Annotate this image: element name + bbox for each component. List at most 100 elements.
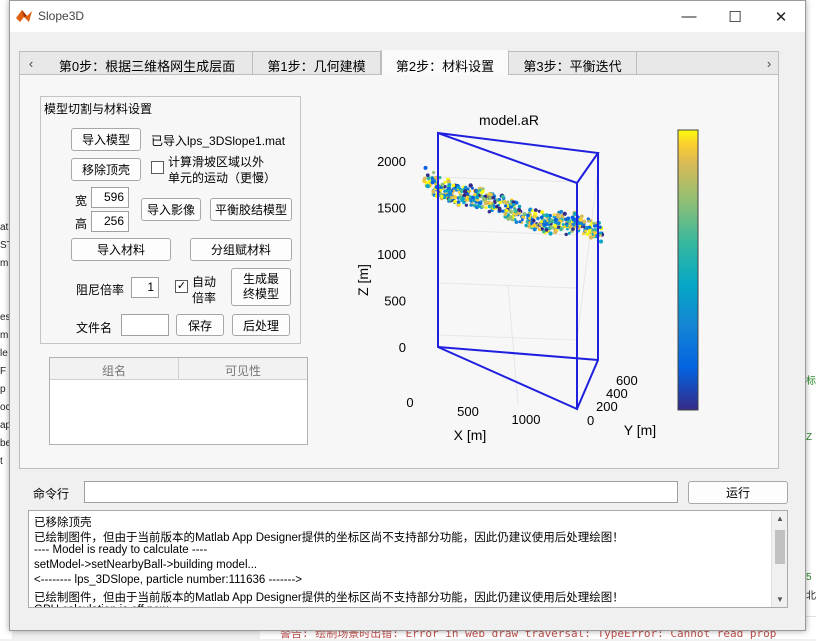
compute-outside-checkbox[interactable] — [151, 161, 164, 174]
window-title: Slope3D — [38, 9, 85, 23]
scroll-down-icon[interactable]: ▼ — [772, 593, 787, 607]
z-axis-label: Z [m] — [355, 264, 371, 296]
tab-step3[interactable]: 第3步：平衡迭代 — [509, 52, 637, 74]
log-line: ---- Model is ready to calculate ---- — [34, 544, 208, 556]
scroll-thumb[interactable] — [775, 530, 785, 564]
particle-point — [498, 200, 502, 205]
particle-point — [532, 223, 537, 228]
particle-point — [492, 204, 496, 207]
particle-point — [447, 183, 451, 187]
particle-point — [587, 229, 591, 234]
particle-point — [476, 204, 481, 208]
model-plot[interactable]: model.aR 0 500 1000 1500 2000 0 500 1000 0 200 400… — [350, 105, 780, 450]
z-tick-label: 2000 — [377, 154, 406, 169]
particle-point — [456, 200, 461, 204]
tab-step1[interactable]: 第1步：几何建模 — [253, 52, 381, 74]
command-input[interactable] — [84, 481, 678, 503]
y-axis-label: Y [m] — [624, 422, 656, 438]
run-button[interactable]: 运行 — [688, 481, 788, 504]
particle-point — [446, 179, 451, 184]
background-fragment: 5 — [806, 572, 812, 583]
particle-point — [587, 219, 590, 223]
auto-rate-label-line1: 自动 — [192, 275, 217, 289]
height-label: 高 — [75, 217, 88, 231]
tab-scroll-right-icon[interactable]: › — [760, 52, 778, 74]
save-button[interactable]: 保存 — [176, 314, 224, 336]
particle-point — [504, 200, 509, 205]
filename-field[interactable] — [121, 314, 169, 336]
import-model-button[interactable]: 导入模型 — [71, 128, 141, 151]
z-tick-label: 500 — [384, 293, 406, 308]
y-tick-label: 200 — [596, 399, 618, 414]
log-line: GPU calculation is off now — [34, 604, 168, 607]
command-label: 命令行 — [33, 487, 70, 501]
background-right-window: 标 Z 5 北 — [806, 0, 816, 639]
z-tick-label: 1000 — [377, 247, 406, 262]
step-tabs: ‹ 第0步：根据三维格网生成层面 第1步：几何建模 第2步：材料设置 第3步：平… — [19, 50, 779, 76]
import-image-button[interactable]: 导入影像 — [141, 198, 201, 221]
particle-point — [464, 203, 468, 207]
minimize-button[interactable]: — — [666, 1, 712, 32]
damping-field[interactable]: 1 — [131, 277, 159, 298]
particle-point — [569, 224, 573, 228]
particle-point — [513, 209, 518, 214]
particle-point — [491, 195, 495, 200]
background-fragment: 北 — [806, 591, 816, 602]
particle-point — [427, 176, 431, 181]
particle-point — [496, 198, 500, 202]
particle-point — [489, 204, 493, 208]
x-tick-label: 500 — [457, 404, 479, 419]
visibility-header[interactable]: 可见性 — [179, 358, 307, 380]
maximize-button[interactable]: ☐ — [712, 1, 758, 32]
log-scrollbar[interactable]: ▲ ▼ — [771, 511, 787, 607]
particle-point — [508, 209, 513, 214]
particle-point — [447, 191, 453, 196]
remove-top-shell-button[interactable]: 移除顶壳 — [71, 158, 141, 181]
generate-final-model-button[interactable]: 生成最 终模型 — [231, 268, 291, 306]
particle-point — [487, 192, 492, 196]
particle-point — [501, 209, 505, 213]
background-fragment: 标 — [806, 376, 816, 387]
close-button[interactable]: ✕ — [758, 1, 804, 32]
particle-point — [440, 182, 445, 187]
auto-rate-checkbox[interactable]: ✓ — [175, 280, 188, 293]
particle-point — [588, 225, 592, 229]
tab-step0[interactable]: 第0步：根据三维格网生成层面 — [42, 52, 253, 74]
model-settings-title: 模型切割与材料设置 — [44, 102, 153, 116]
particle-point — [549, 225, 553, 229]
scroll-up-icon[interactable]: ▲ — [772, 512, 787, 526]
auto-rate-label-line2: 倍率 — [192, 291, 217, 305]
particle-point — [564, 232, 568, 237]
y-tick-label: 0 — [587, 413, 594, 428]
group-name-header[interactable]: 组名 — [50, 358, 179, 380]
balance-bond-model-button[interactable]: 平衡胶结模型 — [210, 198, 292, 221]
particle-point — [432, 170, 436, 175]
plot-svg[interactable]: model.aR 050010001500200005001000 0200400… — [350, 105, 780, 450]
group-table[interactable]: 组名 可见性 — [49, 357, 308, 445]
log-line: setModel->setNearbyBall->building model.… — [34, 559, 258, 571]
particle-point — [464, 185, 468, 190]
tab-scroll-left-icon[interactable]: ‹ — [22, 52, 40, 74]
particle-point — [565, 224, 569, 228]
output-log[interactable]: 已移除顶壳 已绘制图件，但由于当前版本的Matlab App Designer提供… — [28, 510, 788, 608]
post-process-button[interactable]: 后处理 — [232, 314, 290, 336]
height-field[interactable]: 256 — [91, 211, 129, 232]
tab-step2[interactable]: 第2步：材料设置 — [381, 50, 509, 76]
y-tick-label: 400 — [606, 386, 628, 401]
width-label: 宽 — [75, 194, 88, 208]
particle-point — [582, 225, 586, 229]
particle-point — [501, 194, 505, 199]
import-material-button[interactable]: 导入材料 — [71, 238, 171, 261]
particle-point — [562, 211, 567, 216]
particle-point — [515, 201, 519, 205]
group-material-button[interactable]: 分组赋材料 — [190, 238, 292, 261]
particle-point — [468, 183, 473, 188]
particle-point — [431, 189, 436, 194]
particle-point — [481, 205, 485, 209]
particle-point — [475, 195, 480, 200]
generate-final-line2: 终模型 — [242, 287, 279, 301]
width-field[interactable]: 596 — [91, 187, 129, 208]
particle-point — [528, 208, 532, 212]
background-fragment: Z — [806, 432, 813, 443]
particle-point — [471, 196, 476, 200]
